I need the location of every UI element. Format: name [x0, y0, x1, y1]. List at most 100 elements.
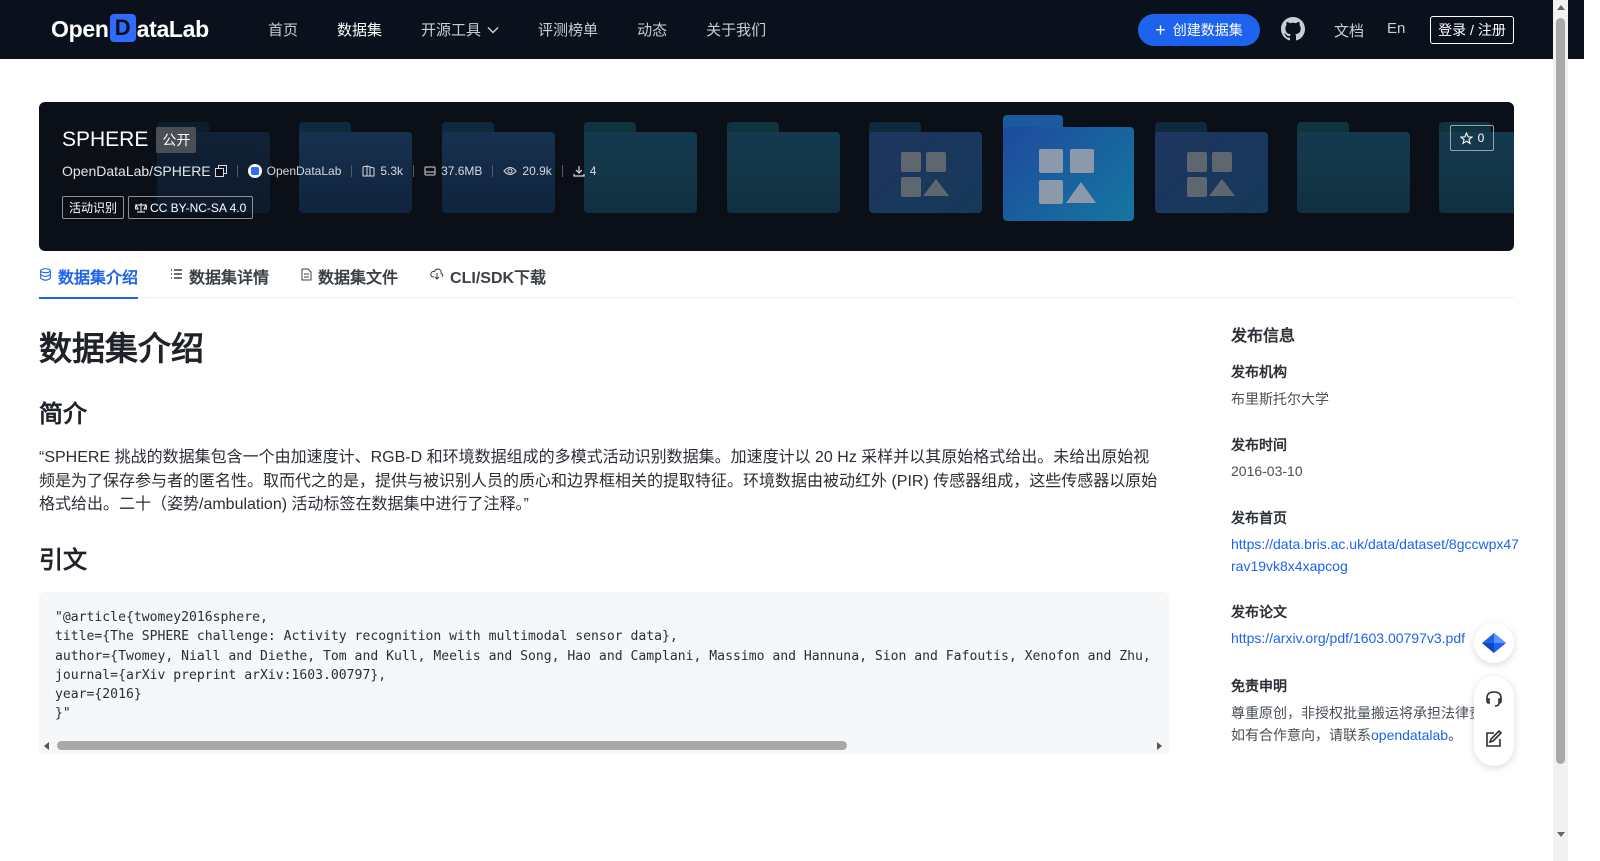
ai-assistant-icon [1482, 633, 1506, 653]
login-button[interactable]: 登录 / 注册 [1430, 16, 1514, 44]
main-content: 数据集介绍 简介 “SPHERE 挑战的数据集包含一个由加速度计、RGB-D 和… [39, 320, 1169, 754]
tab-cli-sdk[interactable]: CLI/SDK下载 [430, 262, 546, 298]
paper-label: 发布论文 [1231, 604, 1287, 620]
publish-info-sidebar: 发布信息 发布机构 布里斯托尔大学 发布时间 2016-03-10 发布首页 h… [1231, 322, 1521, 743]
scroll-left-arrow-icon[interactable] [44, 742, 49, 750]
tab-intro[interactable]: 数据集介绍 [39, 262, 139, 299]
disclaimer-prefix: 如有合作意向，请联系 [1231, 727, 1371, 743]
folder-decoration-icon [727, 122, 840, 213]
edit-note-icon [1486, 729, 1503, 747]
scrollbar-thumb[interactable] [1556, 18, 1565, 764]
tab-intro-label: 数据集介绍 [58, 270, 139, 287]
plus-icon: + [1155, 20, 1166, 40]
tab-cli-sdk-label: CLI/SDK下载 [450, 270, 547, 287]
homepage-label: 发布首页 [1231, 510, 1287, 526]
license-label: CC BY-NC-SA 4.0 [150, 200, 247, 215]
copy-icon[interactable] [214, 165, 227, 177]
create-dataset-button[interactable]: + 创建数据集 [1138, 14, 1260, 46]
nav-link-leaderboard[interactable]: 评测榜单 [538, 19, 598, 40]
nav-link-news[interactable]: 动态 [637, 19, 667, 40]
docs-link[interactable]: 文档 [1334, 20, 1364, 41]
publisher-value: 布里斯托尔大学 [1231, 391, 1329, 407]
dataset-title: SPHERE 公开 [62, 127, 197, 153]
org-name: OpenDataLab [266, 164, 342, 178]
star-icon [1459, 131, 1473, 145]
create-dataset-label: 创建数据集 [1172, 22, 1243, 38]
org-link[interactable]: OpenDataLab [247, 164, 342, 178]
dataset-size: 37.6MB [424, 164, 482, 178]
view-count-value: 20.9k [522, 164, 552, 178]
publish-info-title: 发布信息 [1231, 328, 1296, 345]
storage-icon [424, 166, 436, 176]
citation-code: "@article{twomey2016sphere, title={The S… [55, 610, 1151, 722]
scroll-up-arrow-icon[interactable] [1557, 5, 1565, 10]
star-count: 0 [1477, 131, 1485, 145]
homepage-link[interactable]: https://data.bris.ac.uk/data/dataset/8gc… [1231, 533, 1521, 577]
dataset-size-value: 37.6MB [441, 164, 483, 178]
folder-decoration-icon [1297, 122, 1410, 213]
chevron-down-icon [487, 26, 499, 34]
task-tag[interactable]: 活动识别 [62, 196, 125, 219]
balance-scale-icon [135, 203, 148, 213]
disclaimer-line-1: 尊重原创，非授权批量搬运将承担法律责 [1231, 705, 1476, 721]
tab-files-label: 数据集文件 [318, 270, 399, 287]
tag-row: 活动识别 CC BY-NC-SA 4.0 [62, 196, 257, 219]
folder-image-icon [869, 122, 982, 213]
intro-text: “SPHERE 挑战的数据集包含一个由加速度计、RGB-D 和环境数据组成的多模… [39, 449, 1158, 513]
feedback-button[interactable] [1474, 719, 1514, 759]
nav-link-tools-label: 开源工具 [421, 22, 482, 39]
page-title: 数据集介绍 [39, 330, 204, 367]
dataset-banner: SPHERE 公开 OpenDataLab/SPHERE OpenDataLab… [39, 102, 1514, 251]
citation-code-block[interactable]: "@article{twomey2016sphere, title={The S… [39, 592, 1169, 752]
scroll-down-arrow-icon[interactable] [1557, 832, 1565, 837]
star-button[interactable]: 0 [1450, 125, 1494, 151]
nav-link-about[interactable]: 关于我们 [706, 19, 766, 40]
files-icon [362, 165, 375, 177]
citation-heading: 引文 [39, 547, 87, 574]
file-icon [301, 268, 312, 281]
dataset-name: SPHERE [62, 128, 149, 151]
contact-link[interactable]: opendatalab [1371, 727, 1448, 743]
file-count-value: 5.3k [380, 164, 404, 178]
github-icon[interactable] [1281, 17, 1305, 41]
download-icon [573, 166, 585, 177]
cloud-download-icon [430, 268, 444, 280]
file-count: 5.3k [362, 164, 403, 178]
nav-link-home[interactable]: 首页 [268, 19, 298, 40]
content-tabs: 数据集介绍 数据集详情 数据集文件 CLI/SDK下载 [39, 262, 1514, 299]
disclaimer-line-2: 如有合作意向，请联系opendatalab。 [1231, 724, 1462, 746]
intro-heading: 简介 [39, 401, 87, 428]
nav-links: 首页 数据集 开源工具 评测榜单 动态 关于我们 [268, 0, 805, 59]
scroll-right-arrow-icon[interactable] [1157, 742, 1162, 750]
folder-image-highlight-icon [1003, 115, 1134, 221]
download-count-value: 4 [589, 164, 597, 178]
top-nav: Open DataLab 首页 数据集 开源工具 评测榜单 动态 关于我们 + 创… [0, 0, 1584, 59]
publisher-label: 发布机构 [1231, 364, 1287, 380]
headset-icon [1486, 691, 1502, 707]
language-switch[interactable]: En [1387, 20, 1405, 37]
eye-icon [503, 167, 518, 175]
page-scrollbar[interactable] [1553, 0, 1568, 861]
org-avatar [247, 164, 262, 178]
dataset-meta-row: OpenDataLab/SPHERE OpenDataLab 5.3k 37.6… [62, 163, 596, 179]
nav-link-datasets[interactable]: 数据集 [337, 19, 382, 40]
brand-logo-mark: Open DataLab [51, 14, 209, 42]
database-icon [40, 268, 51, 281]
code-horizontal-scrollbar[interactable] [39, 738, 1169, 754]
brand-logo[interactable]: Open DataLab [51, 14, 209, 46]
folder-image-icon [1155, 122, 1268, 213]
ai-assistant-button[interactable] [1474, 623, 1514, 663]
visibility-badge: 公开 [156, 127, 197, 153]
tab-details[interactable]: 数据集详情 [170, 262, 269, 298]
publish-time-value: 2016-03-10 [1231, 463, 1303, 479]
disclaimer-label: 免责申明 [1231, 678, 1287, 694]
folder-decoration-icon [584, 122, 697, 213]
code-scrollbar-thumb[interactable] [57, 741, 847, 750]
tab-details-label: 数据集详情 [189, 270, 270, 287]
nav-link-tools[interactable]: 开源工具 [421, 19, 499, 40]
license-tag[interactable]: CC BY-NC-SA 4.0 [128, 196, 254, 219]
list-icon [171, 269, 183, 279]
support-button[interactable] [1474, 679, 1514, 719]
tab-files[interactable]: 数据集文件 [301, 262, 398, 298]
disclaimer-suffix: 。 [1448, 727, 1463, 743]
